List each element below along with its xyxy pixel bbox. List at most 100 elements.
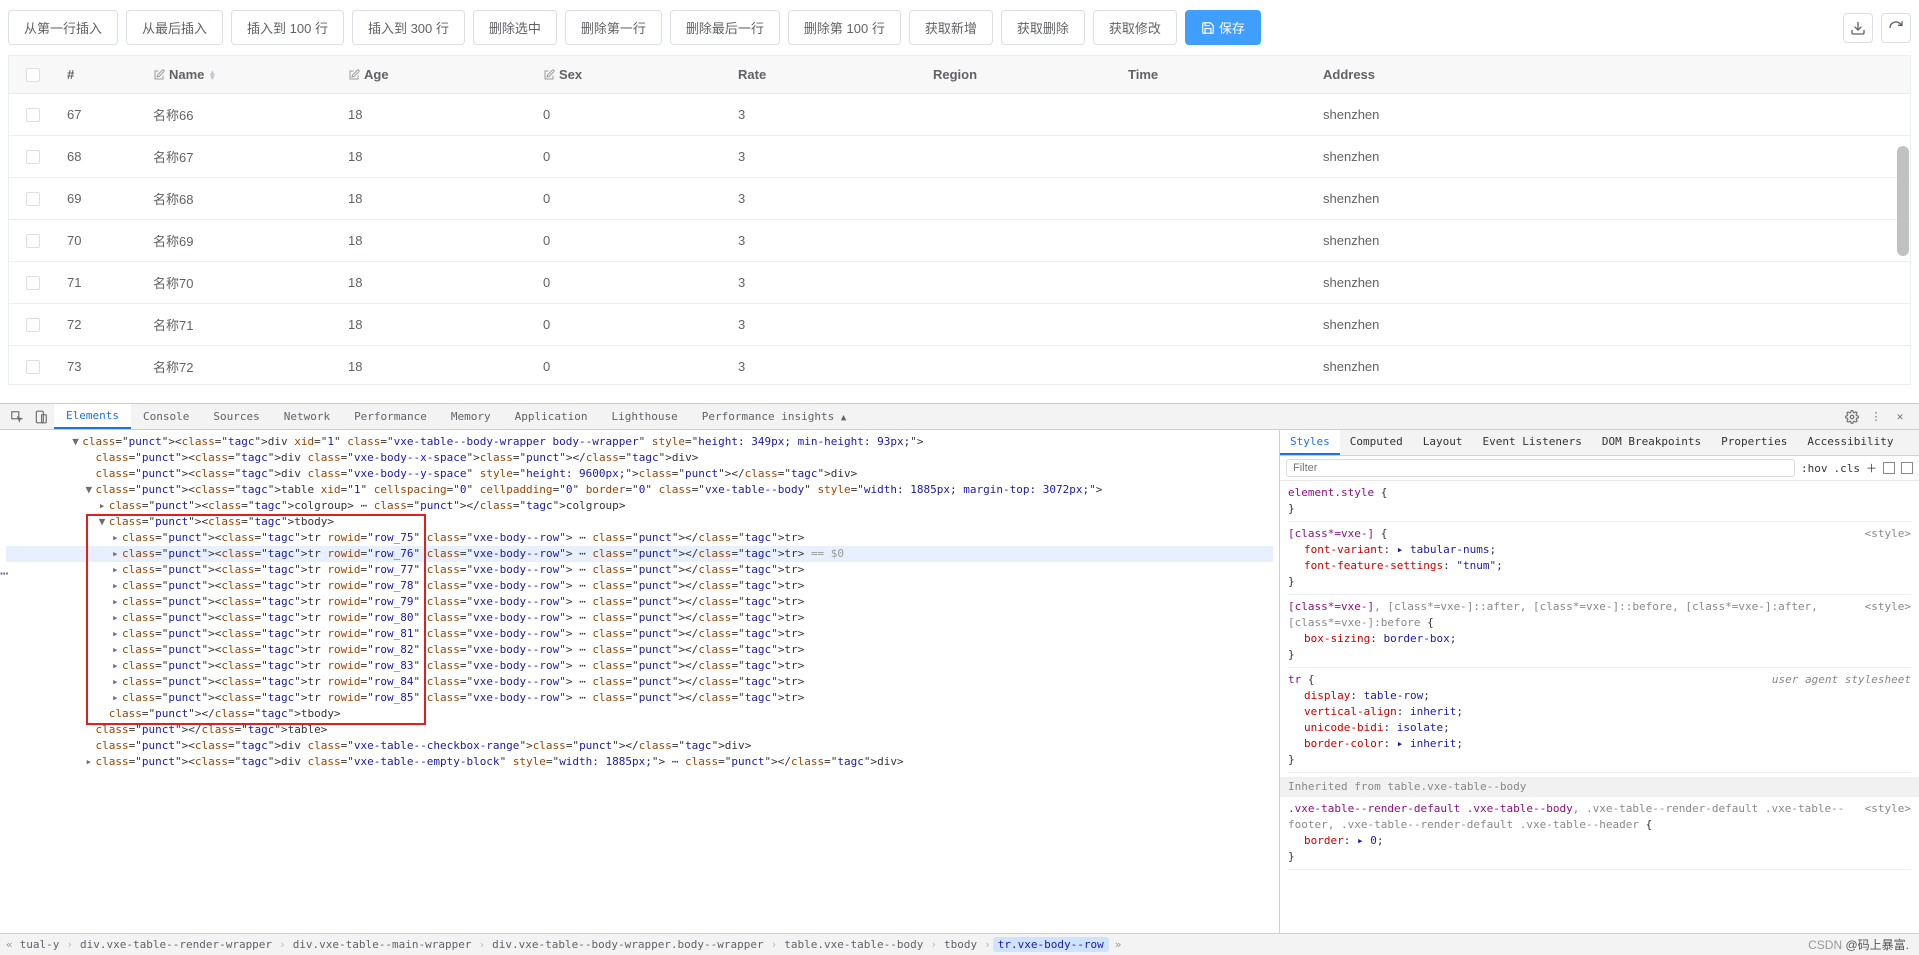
crumb[interactable]: div.vxe-table--main-wrapper [288,937,477,952]
dom-line[interactable]: ▸class="punct"><class="tagc">tr rowid="r… [6,658,1273,674]
toolbar-btn-5[interactable]: 删除第一行 [565,10,662,45]
col-header-name[interactable]: Name▲▼ [143,56,338,93]
col-header-address[interactable]: Address [1313,56,1910,93]
table-row[interactable]: 73 名称72 18 0 3 shenzhen [9,346,1910,384]
hov-toggle[interactable]: :hov [1801,462,1828,475]
breadcrumbs[interactable]: « tual-y›div.vxe-table--render-wrapper›d… [0,933,1919,955]
dt-tab-memory[interactable]: Memory [439,405,503,428]
dt-tab-network[interactable]: Network [272,405,342,428]
select-all-checkbox[interactable] [26,68,40,82]
toolbar-btn-2[interactable]: 插入到 100 行 [231,10,344,45]
side-tab-styles[interactable]: Styles [1280,430,1340,455]
dom-line[interactable]: ▸class="punct"><class="tagc">tr rowid="r… [6,546,1273,562]
dom-line[interactable]: ▼class="punct"><class="tagc">table xid="… [6,482,1273,498]
toolbar-btn-6[interactable]: 删除最后一行 [670,10,780,45]
side-tab-accessibility[interactable]: Accessibility [1797,430,1903,455]
export-button[interactable] [1843,13,1873,43]
computed-box-icon[interactable] [1883,462,1895,474]
add-rule-icon[interactable]: ＋ [1866,460,1877,476]
crumb[interactable]: tbody [939,937,982,952]
dom-line[interactable]: ▸class="punct"><class="tagc">tr rowid="r… [6,578,1273,594]
side-tab-properties[interactable]: Properties [1711,430,1797,455]
dom-line[interactable]: class="punct"><class="tagc">div class="v… [6,738,1273,754]
dt-tab-performance[interactable]: Performance [342,405,439,428]
dom-line[interactable]: class="punct"><class="tagc">div class="v… [6,466,1273,482]
dom-line[interactable]: ▸class="punct"><class="tagc">tr rowid="r… [6,594,1273,610]
table-row[interactable]: 68 名称67 18 0 3 shenzhen [9,136,1910,178]
side-tab-dom-breakpoints[interactable]: DOM Breakpoints [1592,430,1711,455]
row-checkbox[interactable] [26,360,40,374]
side-tab-computed[interactable]: Computed [1340,430,1413,455]
save-button[interactable]: 保存 [1185,10,1261,45]
vertical-scrollbar[interactable] [1896,56,1910,384]
table-row[interactable]: 67 名称66 18 0 3 shenzhen [9,94,1910,136]
toolbar-btn-3[interactable]: 插入到 300 行 [352,10,465,45]
dom-line[interactable]: class="punct"></class="tagc">tbody> [6,706,1273,722]
table-row[interactable]: 72 名称71 18 0 3 shenzhen [9,304,1910,346]
dom-line[interactable]: ▸class="punct"><class="tagc">colgroup> ⋯… [6,498,1273,514]
side-tab-event-listeners[interactable]: Event Listeners [1472,430,1591,455]
toolbar-btn-0[interactable]: 从第一行插入 [8,10,118,45]
row-checkbox[interactable] [26,108,40,122]
dt-tab-elements[interactable]: Elements [54,404,131,429]
row-checkbox[interactable] [26,192,40,206]
col-header-age[interactable]: Age [338,56,533,93]
toolbar-btn-10[interactable]: 获取修改 [1093,10,1177,45]
dom-tree[interactable]: ⋯ ▼class="punct"><class="tagc">div xid="… [0,430,1279,933]
dom-line[interactable]: ▸class="punct"><class="tagc">tr rowid="r… [6,690,1273,706]
dt-tab-lighthouse[interactable]: Lighthouse [600,405,690,428]
cls-toggle[interactable]: .cls [1834,462,1861,475]
table-row[interactable]: 71 名称70 18 0 3 shenzhen [9,262,1910,304]
dt-tab-console[interactable]: Console [131,405,201,428]
table-row[interactable]: 70 名称69 18 0 3 shenzhen [9,220,1910,262]
flex-overlay-icon[interactable] [1901,462,1913,474]
refresh-button[interactable] [1881,13,1911,43]
devtools-settings-icon[interactable] [1841,406,1863,428]
toolbar-btn-1[interactable]: 从最后插入 [126,10,223,45]
dom-line[interactable]: class="punct"></class="tagc">table> [6,722,1273,738]
row-checkbox[interactable] [26,276,40,290]
inspect-element-icon[interactable] [6,406,28,428]
col-header-time[interactable]: Time [1118,56,1313,93]
dom-line[interactable]: ▸class="punct"><class="tagc">tr rowid="r… [6,626,1273,642]
toolbar-btn-8[interactable]: 获取新增 [909,10,993,45]
crumb[interactable]: div.vxe-table--render-wrapper [75,937,277,952]
dt-tab-application[interactable]: Application [503,405,600,428]
dom-line[interactable]: ▸class="punct"><class="tagc">div class="… [6,754,1273,770]
styles-filter-input[interactable] [1286,459,1795,477]
row-checkbox[interactable] [26,150,40,164]
dt-tab-performance-insights[interactable]: Performance insights ▲ [690,405,859,428]
more-frames-icon[interactable]: ⋯ [0,566,8,582]
devtools-more-icon[interactable]: ⋮ [1865,406,1887,428]
col-header-rate[interactable]: Rate [728,56,923,93]
dom-line[interactable]: ▼class="punct"><class="tagc">tbody> [6,514,1273,530]
row-checkbox[interactable] [26,318,40,332]
dt-tab-sources[interactable]: Sources [201,405,271,428]
toolbar-btn-7[interactable]: 删除第 100 行 [788,10,901,45]
dom-line[interactable]: ▼class="punct"><class="tagc">div xid="1"… [6,434,1273,450]
col-header-index[interactable]: # [57,56,143,93]
crumb[interactable]: table.vxe-table--body [779,937,928,952]
scrollbar-thumb[interactable] [1897,146,1909,256]
devtools-close-icon[interactable]: ✕ [1889,406,1911,428]
toolbar-btn-9[interactable]: 获取删除 [1001,10,1085,45]
col-header-sex[interactable]: Sex [533,56,728,93]
dom-line[interactable]: class="punct"><class="tagc">div class="v… [6,450,1273,466]
row-checkbox[interactable] [26,234,40,248]
crumb[interactable]: tr.vxe-body--row [993,937,1109,952]
dom-line[interactable]: ▸class="punct"><class="tagc">tr rowid="r… [6,674,1273,690]
device-toggle-icon[interactable] [30,406,52,428]
toolbar-btn-4[interactable]: 删除选中 [473,10,557,45]
col-header-region[interactable]: Region [923,56,1118,93]
sort-icon[interactable]: ▲▼ [208,70,216,80]
crumb[interactable]: div.vxe-table--body-wrapper.body--wrappe… [487,937,769,952]
dom-line[interactable]: ▸class="punct"><class="tagc">tr rowid="r… [6,562,1273,578]
styles-rules[interactable]: element.style {}<style>[class*=vxe-] {fo… [1280,481,1919,933]
table-row[interactable]: 69 名称68 18 0 3 shenzhen [9,178,1910,220]
side-tab-layout[interactable]: Layout [1413,430,1473,455]
dom-line[interactable]: ▸class="punct"><class="tagc">tr rowid="r… [6,610,1273,626]
dom-line[interactable]: ▸class="punct"><class="tagc">tr rowid="r… [6,530,1273,546]
table-body[interactable]: 67 名称66 18 0 3 shenzhen 68 名称67 18 0 3 s… [9,94,1910,384]
dom-line[interactable]: ▸class="punct"><class="tagc">tr rowid="r… [6,642,1273,658]
crumb[interactable]: tual-y [15,937,65,952]
